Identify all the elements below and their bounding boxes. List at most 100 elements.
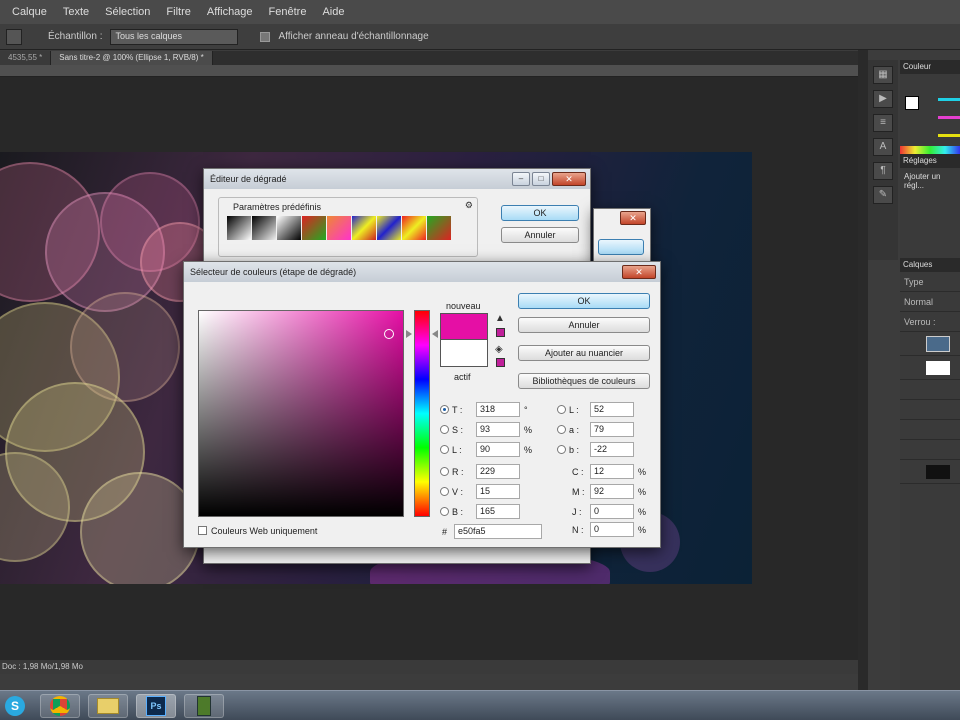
layer-row-3[interactable] (900, 380, 960, 400)
radio-hue[interactable] (440, 405, 449, 414)
preset-swatch-row[interactable] (227, 216, 451, 240)
layer-row-5[interactable] (900, 420, 960, 440)
adjustments-panel: Ajouter un régl... (900, 168, 960, 258)
green-field[interactable]: 15 (476, 484, 520, 499)
character-icon[interactable]: A (873, 138, 893, 156)
layer-row-4[interactable] (900, 400, 960, 420)
eyedropper-icon[interactable] (6, 28, 22, 45)
hue-field[interactable]: 318 (476, 402, 520, 417)
background-dialog-ok[interactable] (598, 239, 644, 255)
cyan-unit: % (638, 467, 647, 477)
cyan-field[interactable]: 12 (590, 464, 634, 479)
history-icon[interactable]: ▦ (873, 66, 893, 84)
color-picker-close-button[interactable]: ✕ (622, 265, 656, 279)
color-panel[interactable] (900, 74, 960, 154)
cyan-label: C : (572, 467, 584, 477)
current-color-swatch[interactable] (440, 340, 488, 367)
settings-gear-icon[interactable]: ⚙ (465, 200, 473, 211)
saturation-field[interactable]: 93 (476, 422, 520, 437)
photoshop-icon[interactable]: Ps (136, 694, 176, 718)
layer-row-ellipse[interactable] (900, 332, 960, 356)
layer-row-6[interactable] (900, 440, 960, 460)
brightness-field[interactable]: 90 (476, 442, 520, 457)
blue-field[interactable]: 165 (476, 504, 520, 519)
hue-slider-right-handle[interactable] (432, 330, 438, 338)
menu-texte[interactable]: Texte (55, 6, 97, 18)
paragraph-icon[interactable]: ¶ (873, 162, 893, 180)
menu-aide[interactable]: Aide (314, 6, 352, 18)
recorder-icon[interactable] (184, 694, 224, 718)
web-only-checkbox[interactable] (198, 526, 207, 535)
web-safe-cube-icon[interactable]: ◈ (495, 344, 503, 355)
black-label: N : (572, 525, 584, 535)
current-color-label: actif (454, 372, 471, 382)
layer-row-white[interactable] (900, 356, 960, 380)
chrome-icon[interactable] (40, 694, 80, 718)
radio-saturation[interactable] (440, 425, 449, 434)
lab-a-field[interactable]: 79 (590, 422, 634, 437)
layer-kind-filter[interactable]: Type (900, 272, 960, 292)
adjustments-label: Ajouter un régl... (904, 172, 941, 190)
tab-adjustments[interactable]: Réglages (900, 154, 960, 168)
ok-button[interactable]: OK (518, 293, 650, 309)
hue-slider[interactable] (414, 310, 430, 517)
radio-green[interactable] (440, 487, 449, 496)
web-safe-swatch[interactable] (496, 358, 505, 367)
hex-label: # (442, 527, 448, 537)
scroll-strip[interactable] (858, 50, 868, 690)
menu-filtre[interactable]: Filtre (158, 6, 198, 18)
lab-b-field[interactable]: -22 (590, 442, 634, 457)
brush-icon[interactable]: ✎ (873, 186, 893, 204)
yellow-field[interactable]: 0 (590, 504, 634, 519)
show-ring-checkbox[interactable] (260, 31, 271, 42)
foreground-swatch[interactable] (905, 96, 919, 110)
add-swatch-button[interactable]: Ajouter au nuancier (518, 345, 650, 361)
green-label: V : (452, 487, 464, 497)
tab-color[interactable]: Couleur (900, 60, 960, 74)
background-dialog-close[interactable]: ✕ (620, 211, 646, 225)
magenta-field[interactable]: 92 (590, 484, 634, 499)
doc-tab-2[interactable]: Sans titre-2 @ 100% (Ellipse 1, RVB/8) * (51, 51, 213, 65)
gradient-cancel-button[interactable]: Annuler (501, 227, 579, 243)
minimize-button[interactable]: – (512, 172, 530, 186)
menu-fenetre[interactable]: Fenêtre (261, 6, 315, 18)
lab-l-field[interactable]: 52 (590, 402, 634, 417)
sample-select[interactable]: Tous les calques (110, 28, 239, 45)
saturation-label: S : (452, 425, 464, 435)
radio-lab-l[interactable] (557, 405, 566, 414)
red-field[interactable]: 229 (476, 464, 520, 479)
menu-calque[interactable]: Calque (4, 6, 55, 18)
layer-row-background[interactable] (900, 460, 960, 484)
gamut-warning-icon[interactable]: ▲ (495, 313, 505, 324)
doc-tab-1[interactable]: 4535,55 * (0, 51, 52, 65)
menu-selection[interactable]: Sélection (97, 6, 158, 18)
gamut-swatch[interactable] (496, 328, 505, 337)
skype-icon[interactable]: S (0, 694, 30, 718)
hex-field[interactable]: e50fa5 (454, 524, 542, 539)
close-button[interactable]: ✕ (552, 172, 586, 186)
properties-icon[interactable]: ≡ (873, 114, 893, 132)
menu-affichage[interactable]: Affichage (199, 6, 261, 18)
play-icon[interactable]: ▶ (873, 90, 893, 108)
gradient-editor-title: Éditeur de dégradé (210, 174, 287, 184)
color-libraries-button[interactable]: Bibliothèques de couleurs (518, 373, 650, 389)
gradient-ok-button[interactable]: OK (501, 205, 579, 221)
gradient-editor-titlebar[interactable]: Éditeur de dégradé – □ ✕ (204, 169, 590, 189)
maximize-button[interactable]: □ (532, 172, 550, 186)
black-field[interactable]: 0 (590, 522, 634, 537)
radio-brightness[interactable] (440, 445, 449, 454)
background-dialog: ✕ (593, 208, 651, 268)
radio-red[interactable] (440, 467, 449, 476)
color-picker-titlebar[interactable]: Sélecteur de couleurs (étape de dégradé)… (184, 262, 660, 282)
hue-slider-left-handle[interactable] (406, 330, 412, 338)
lock-row: Verrou : (900, 312, 960, 332)
blend-mode-select[interactable]: Normal (900, 292, 960, 312)
radio-lab-a[interactable] (557, 425, 566, 434)
radio-lab-b[interactable] (557, 445, 566, 454)
tab-layers[interactable]: Calques (900, 258, 960, 272)
color-field-cursor[interactable] (384, 329, 394, 339)
radio-blue[interactable] (440, 507, 449, 516)
folder-icon[interactable] (88, 694, 128, 718)
color-field[interactable] (198, 310, 404, 517)
cancel-button[interactable]: Annuler (518, 317, 650, 333)
